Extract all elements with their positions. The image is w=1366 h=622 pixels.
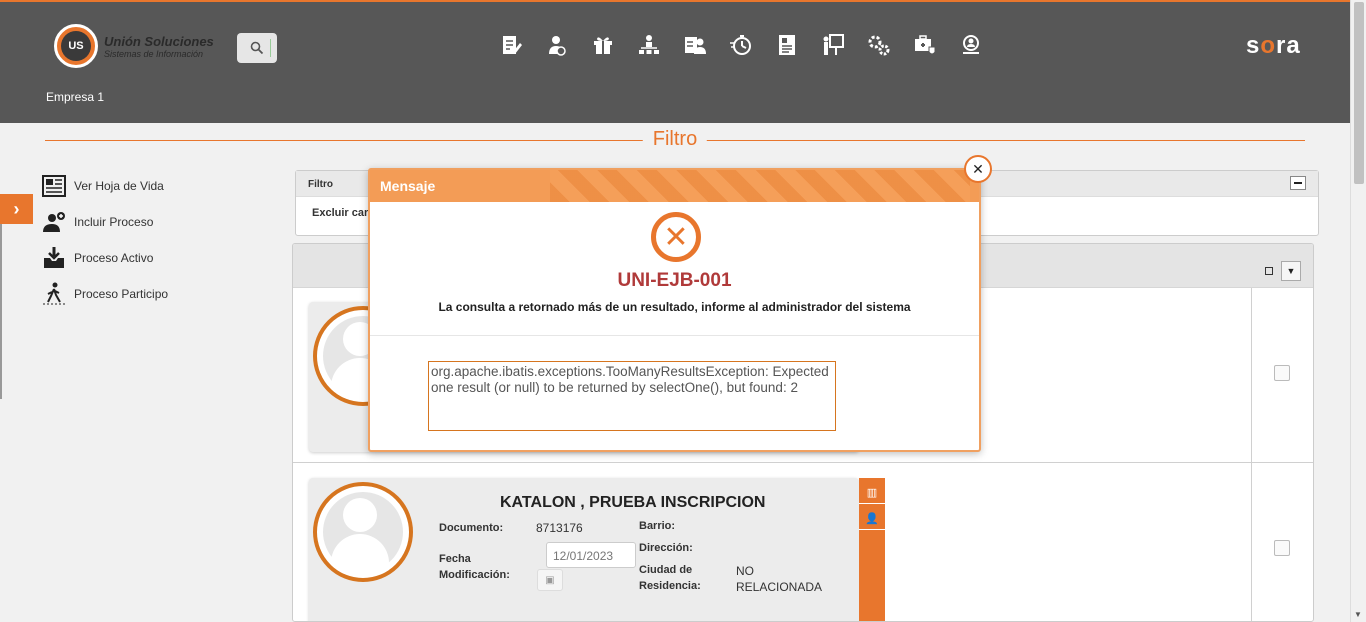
- book-icon[interactable]: ▥: [859, 486, 885, 504]
- sidebar-toggle-button[interactable]: ›: [0, 194, 33, 224]
- error-message: La consulta a retornado más de un result…: [438, 300, 911, 314]
- card-action-bar: ▥ 👤: [859, 478, 885, 621]
- dialog-title: Mensaje: [380, 178, 436, 194]
- side-menu: Ver Hoja de Vida Incluir Proceso Proceso…: [42, 168, 168, 312]
- section-title: Filtro: [45, 128, 1305, 152]
- ciudad-label-2: Residencia:: [639, 580, 701, 592]
- logo-text: Unión Soluciones Sistemas de Información: [104, 34, 214, 59]
- scroll-down-icon[interactable]: ▼: [1354, 610, 1362, 619]
- barrio-label: Barrio:: [639, 520, 676, 532]
- brand-logo: sora: [1246, 32, 1301, 60]
- dialog-title-bar: Mensaje: [370, 170, 979, 202]
- company-logo[interactable]: US Unión Soluciones Sistemas de Informac…: [54, 24, 214, 68]
- sidemenu-label: Proceso Participo: [74, 287, 169, 301]
- select-all-checkbox[interactable]: [1265, 267, 1273, 275]
- row-checkbox[interactable]: [1274, 365, 1290, 381]
- document-edit-icon[interactable]: [488, 31, 534, 59]
- message-dialog: Mensaje ✕ UNI-EJB-001 La consulta a reto…: [368, 168, 981, 452]
- inbox-download-icon: [44, 247, 64, 268]
- logo-badge: US: [54, 24, 98, 68]
- module-nav: [488, 31, 994, 59]
- sidebar-edge: [0, 224, 2, 399]
- logo-line-1: Unión Soluciones: [104, 33, 214, 49]
- sidemenu-label: Proceso Activo: [74, 251, 154, 265]
- add-user-icon[interactable]: 👤: [859, 512, 885, 530]
- column-divider: [1251, 288, 1252, 621]
- fecha-modificacion-field[interactable]: 12/01/2023: [546, 542, 636, 568]
- dialog-divider: [370, 335, 979, 336]
- direccion-label: Dirección:: [639, 542, 693, 554]
- fecha-label-2: Modificación:: [439, 569, 510, 581]
- collapse-button[interactable]: [1290, 176, 1306, 190]
- logo-line-2: Sistemas de Información: [104, 48, 204, 59]
- medical-kit-icon[interactable]: [902, 31, 948, 59]
- documento-label: Documento:: [439, 522, 504, 534]
- error-detail-textarea[interactable]: org.apache.ibatis.exceptions.TooManyResu…: [428, 361, 836, 431]
- sidemenu-item-proceso-activo[interactable]: Proceso Activo: [42, 240, 168, 276]
- search-icon: [250, 41, 264, 55]
- calendar-icon[interactable]: ▣: [537, 569, 563, 591]
- person-card[interactable]: KATALON , PRUEBA INSCRIPCION Documento: …: [309, 478, 885, 621]
- ciudad-value-2: RELACIONADA: [736, 580, 823, 594]
- logo-badge-text: US: [61, 31, 91, 61]
- id-card-icon[interactable]: [672, 31, 718, 59]
- gift-icon[interactable]: [580, 31, 626, 59]
- chevron-right-icon: ›: [13, 198, 20, 219]
- sidemenu-item-proceso-participo[interactable]: Proceso Participo: [42, 276, 168, 312]
- person-money-icon[interactable]: [534, 31, 580, 59]
- top-navbar: US Unión Soluciones Sistemas de Informac…: [0, 0, 1350, 123]
- title-pattern: [550, 170, 970, 202]
- search-people-icon[interactable]: [948, 31, 994, 59]
- newspaper-icon: [42, 175, 66, 197]
- resume-icon[interactable]: [764, 31, 810, 59]
- sidemenu-label: Ver Hoja de Vida: [74, 179, 164, 193]
- avatar: [313, 482, 413, 582]
- walking-person-icon: [43, 282, 65, 305]
- brand-text-2: ra: [1276, 32, 1301, 59]
- caret-down-icon: ▼: [1286, 266, 1296, 276]
- dropdown-button[interactable]: ▼: [1281, 261, 1301, 281]
- gears-icon[interactable]: [856, 31, 902, 59]
- error-code: UNI-EJB-001: [617, 270, 732, 291]
- ciudad-label: Ciudad de: [639, 564, 693, 576]
- search-button[interactable]: [237, 33, 277, 63]
- filtro-heading: Filtro: [642, 128, 708, 151]
- error-icon: ✕: [651, 212, 701, 262]
- documento-value: 8713176: [536, 521, 583, 535]
- sidemenu-item-incluir-proceso[interactable]: Incluir Proceso: [42, 204, 168, 240]
- person-name: KATALON , PRUEBA INSCRIPCION: [500, 494, 766, 511]
- page-scrollbar[interactable]: ▼: [1350, 0, 1366, 622]
- org-chart-icon[interactable]: [626, 31, 672, 59]
- row-divider: [293, 462, 1313, 463]
- row-checkbox[interactable]: [1274, 540, 1290, 556]
- brand-text-1: s: [1246, 32, 1261, 59]
- scrollbar-thumb[interactable]: [1354, 2, 1364, 184]
- add-user-icon: [43, 212, 65, 232]
- presentation-icon[interactable]: [810, 31, 856, 59]
- company-name: Empresa 1: [46, 90, 105, 104]
- sidemenu-label: Incluir Proceso: [74, 215, 154, 229]
- close-icon[interactable]: ✕: [964, 155, 992, 183]
- brand-text-o: o: [1260, 32, 1277, 59]
- ciudad-value: NO: [736, 564, 754, 578]
- sidemenu-item-ver-hoja-de-vida[interactable]: Ver Hoja de Vida: [42, 168, 168, 204]
- stopwatch-icon[interactable]: [718, 31, 764, 59]
- fecha-label: Fecha: [439, 553, 471, 565]
